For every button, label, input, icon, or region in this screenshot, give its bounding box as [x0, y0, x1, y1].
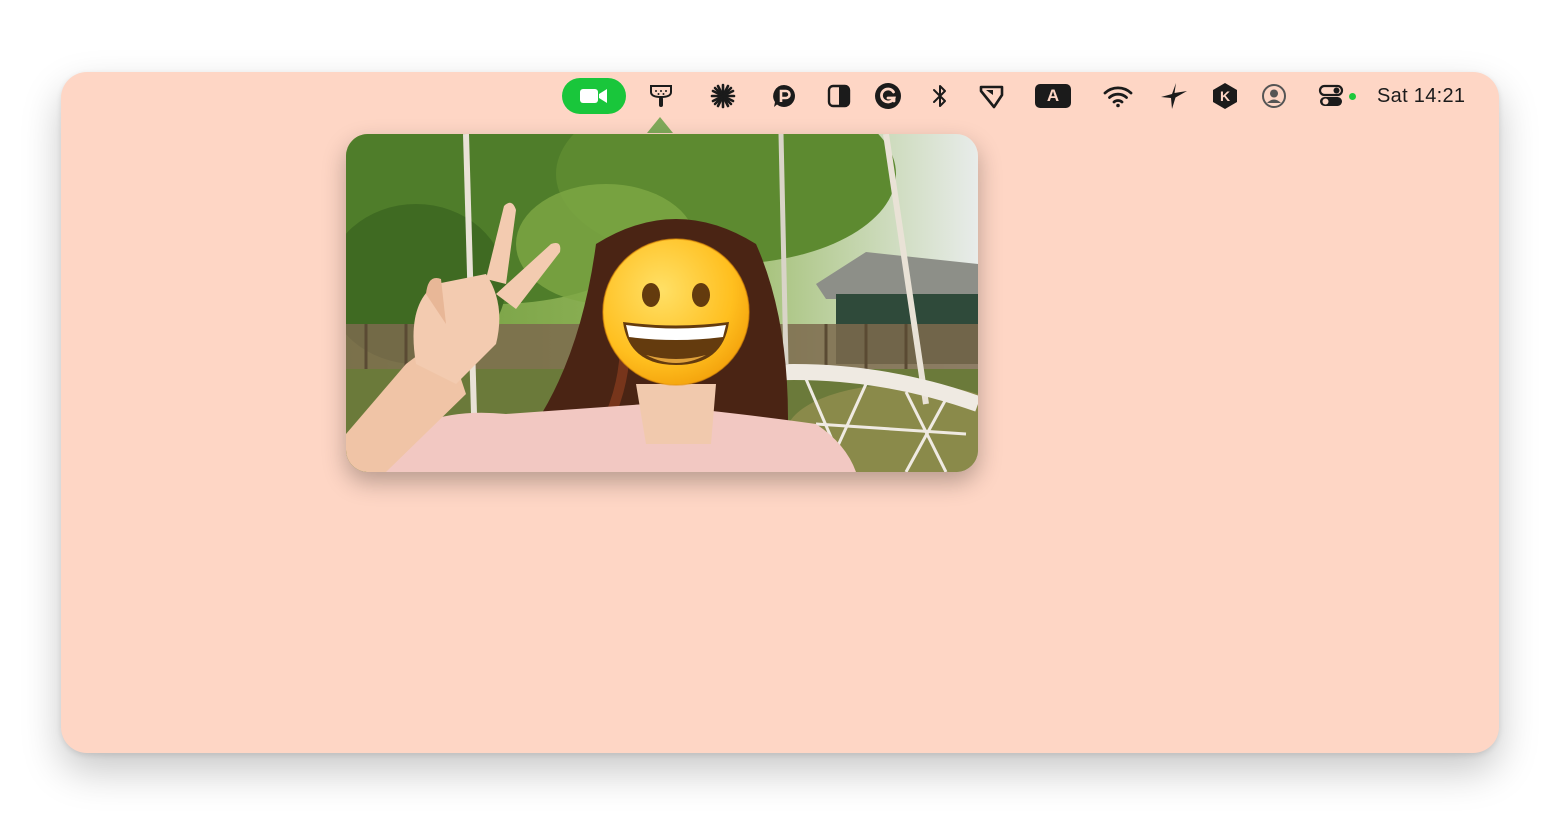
shower-head-button[interactable]	[646, 80, 676, 112]
control-center-button[interactable]	[1315, 80, 1347, 112]
k-app-label: K	[1219, 88, 1231, 104]
input-source-label: A	[1046, 86, 1060, 105]
sparkle-app-button[interactable]	[1158, 80, 1190, 112]
wifi-icon	[1103, 86, 1133, 108]
user-circle-icon	[1262, 84, 1286, 108]
video-camera-icon	[580, 89, 607, 103]
p-bubble-icon	[773, 85, 795, 107]
pointer-flag-icon	[979, 85, 1004, 109]
shower-head-icon	[650, 85, 672, 107]
pointer-tool-button[interactable]	[975, 80, 1009, 112]
half-square-icon	[827, 84, 851, 108]
popover-arrow	[647, 117, 673, 133]
g-circle-icon	[875, 83, 901, 109]
camera-status-button[interactable]	[562, 78, 626, 114]
camera-in-use-indicator	[1349, 93, 1356, 100]
asterisk-icon	[710, 83, 736, 109]
desktop-window: A K Sat 14:21	[61, 72, 1499, 753]
menu-bar-clock[interactable]: Sat 14:21	[1377, 80, 1477, 112]
bluetooth-icon	[933, 85, 946, 107]
grammarly-button[interactable]	[873, 80, 903, 112]
pastebot-button[interactable]	[769, 80, 799, 112]
display-contrast-button[interactable]	[824, 80, 854, 112]
k-app-button[interactable]: K	[1209, 80, 1241, 112]
wifi-button[interactable]	[1101, 80, 1135, 112]
input-source-button[interactable]: A	[1034, 80, 1072, 112]
bluetooth-button[interactable]	[925, 80, 955, 112]
camera-preview-popover	[346, 134, 978, 472]
grinning-face-emoji-icon	[602, 238, 750, 386]
user-account-button[interactable]	[1259, 80, 1289, 112]
four-point-star-icon	[1161, 83, 1187, 109]
toggles-icon	[1318, 84, 1344, 106]
menu-bar: A K Sat 14:21	[61, 72, 1499, 120]
asterisk-app-button[interactable]	[708, 80, 738, 112]
